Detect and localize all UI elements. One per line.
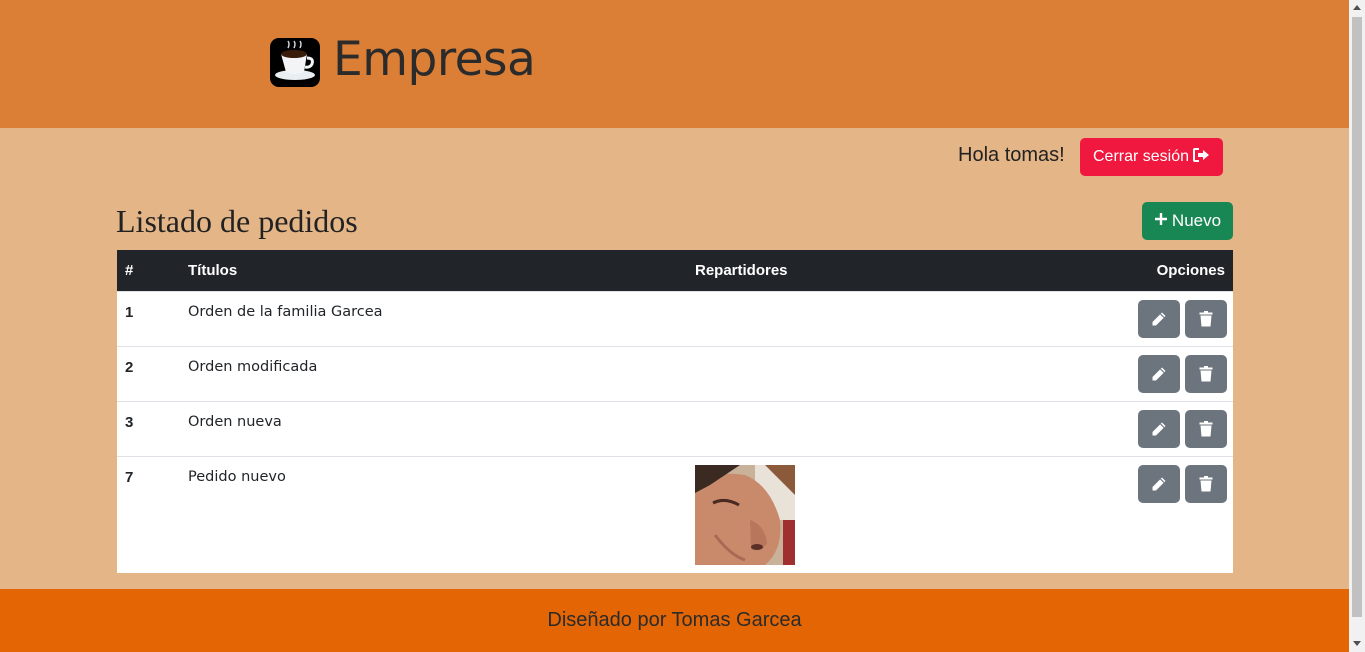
header: Empresa bbox=[0, 0, 1349, 128]
pencil-icon bbox=[1152, 477, 1166, 491]
col-header-titles: Títulos bbox=[188, 262, 238, 279]
row-title: Orden modificada bbox=[188, 359, 318, 375]
pencil-icon bbox=[1152, 312, 1166, 326]
plus-icon bbox=[1154, 211, 1168, 231]
trash-icon bbox=[1199, 476, 1213, 492]
col-header-num: # bbox=[125, 262, 134, 279]
trash-icon bbox=[1199, 311, 1213, 327]
trash-icon bbox=[1199, 366, 1213, 382]
footer-text: Diseñado por Tomas Garcea bbox=[547, 609, 802, 631]
orders-table: # Títulos Repartidores Opciones 1 Orden … bbox=[117, 250, 1233, 573]
logout-button[interactable]: Cerrar sesión bbox=[1080, 138, 1223, 176]
scroll-thumb[interactable] bbox=[1352, 17, 1362, 617]
courier-photo bbox=[695, 465, 795, 565]
row-num: 1 bbox=[125, 304, 134, 321]
page-title: Listado de pedidos bbox=[116, 203, 358, 239]
table-header: # Títulos Repartidores Opciones bbox=[117, 250, 1233, 291]
table-row: 7 Pedido nuevo bbox=[117, 456, 1233, 573]
coffee-cup-icon[interactable] bbox=[270, 38, 320, 87]
delete-button[interactable] bbox=[1185, 465, 1227, 503]
delete-button[interactable] bbox=[1185, 410, 1227, 448]
row-title: Pedido nuevo bbox=[188, 469, 286, 485]
delete-button[interactable] bbox=[1185, 355, 1227, 393]
user-greeting: Hola tomas! bbox=[958, 144, 1065, 166]
scroll-up-icon[interactable] bbox=[1353, 5, 1361, 10]
brand-title[interactable]: Empresa bbox=[333, 32, 536, 87]
footer: Diseñado por Tomas Garcea bbox=[0, 589, 1349, 652]
col-header-options: Opciones bbox=[1156, 262, 1225, 279]
logout-label: Cerrar sesión bbox=[1092, 148, 1190, 165]
new-label: Nuevo bbox=[1171, 211, 1222, 230]
edit-button[interactable] bbox=[1138, 465, 1180, 503]
trash-icon bbox=[1199, 421, 1213, 437]
table-row: 3 Orden nueva bbox=[117, 401, 1233, 456]
delete-button[interactable] bbox=[1185, 300, 1227, 338]
vertical-scrollbar[interactable] bbox=[1349, 0, 1365, 652]
scroll-down-icon[interactable] bbox=[1353, 641, 1361, 646]
table-row: 2 Orden modificada bbox=[117, 346, 1233, 401]
row-num: 7 bbox=[125, 469, 134, 486]
pencil-icon bbox=[1152, 367, 1166, 381]
row-title: Orden nueva bbox=[188, 414, 282, 430]
col-header-couriers: Repartidores bbox=[695, 262, 788, 279]
new-order-button[interactable]: Nuevo bbox=[1142, 202, 1233, 240]
edit-button[interactable] bbox=[1138, 410, 1180, 448]
row-title: Orden de la familia Garcea bbox=[188, 304, 383, 320]
edit-button[interactable] bbox=[1138, 355, 1180, 393]
sign-out-icon bbox=[1193, 147, 1210, 167]
row-num: 2 bbox=[125, 359, 134, 376]
edit-button[interactable] bbox=[1138, 300, 1180, 338]
row-num: 3 bbox=[125, 414, 134, 431]
table-row: 1 Orden de la familia Garcea bbox=[117, 291, 1233, 346]
pencil-icon bbox=[1152, 422, 1166, 436]
